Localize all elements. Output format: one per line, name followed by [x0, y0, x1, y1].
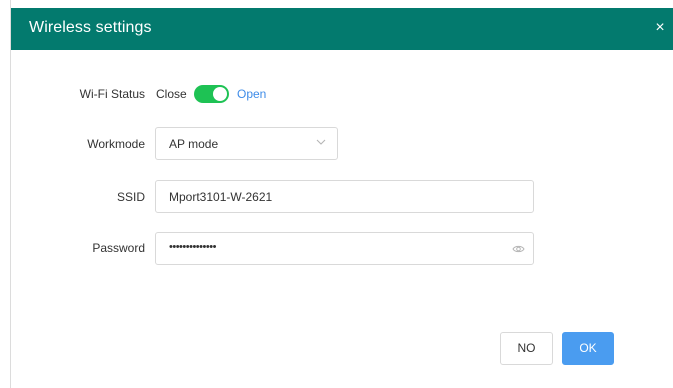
wifi-status-on-label: Open [237, 87, 267, 101]
chevron-down-icon [316, 139, 326, 145]
wireless-settings-dialog: Wireless settings × Wi-Fi Status Close O… [10, 0, 673, 388]
password-masked-value: •••••••••••••• [169, 241, 216, 253]
close-icon[interactable]: × [652, 20, 668, 36]
password-label: Password [92, 241, 145, 255]
ok-button[interactable]: OK [562, 332, 614, 365]
dialog-header: Wireless settings × [11, 8, 673, 50]
ssid-label: SSID [116, 190, 145, 204]
ssid-input[interactable]: Mport3101-W-2621 [155, 180, 534, 213]
workmode-label: Workmode [87, 137, 145, 151]
workmode-value: AP mode [169, 137, 219, 151]
wifi-status-label: Wi-Fi Status [79, 87, 145, 101]
wifi-status-off-label: Close [156, 87, 187, 101]
wifi-status-toggle[interactable] [194, 85, 229, 103]
toggle-knob [213, 87, 227, 101]
workmode-select[interactable]: AP mode [155, 127, 338, 160]
no-button[interactable]: NO [500, 332, 553, 365]
password-input[interactable]: •••••••••••••• [155, 232, 534, 265]
dialog-title: Wireless settings [29, 19, 152, 36]
eye-icon[interactable] [512, 243, 525, 255]
ssid-value: Mport3101-W-2621 [169, 190, 273, 204]
